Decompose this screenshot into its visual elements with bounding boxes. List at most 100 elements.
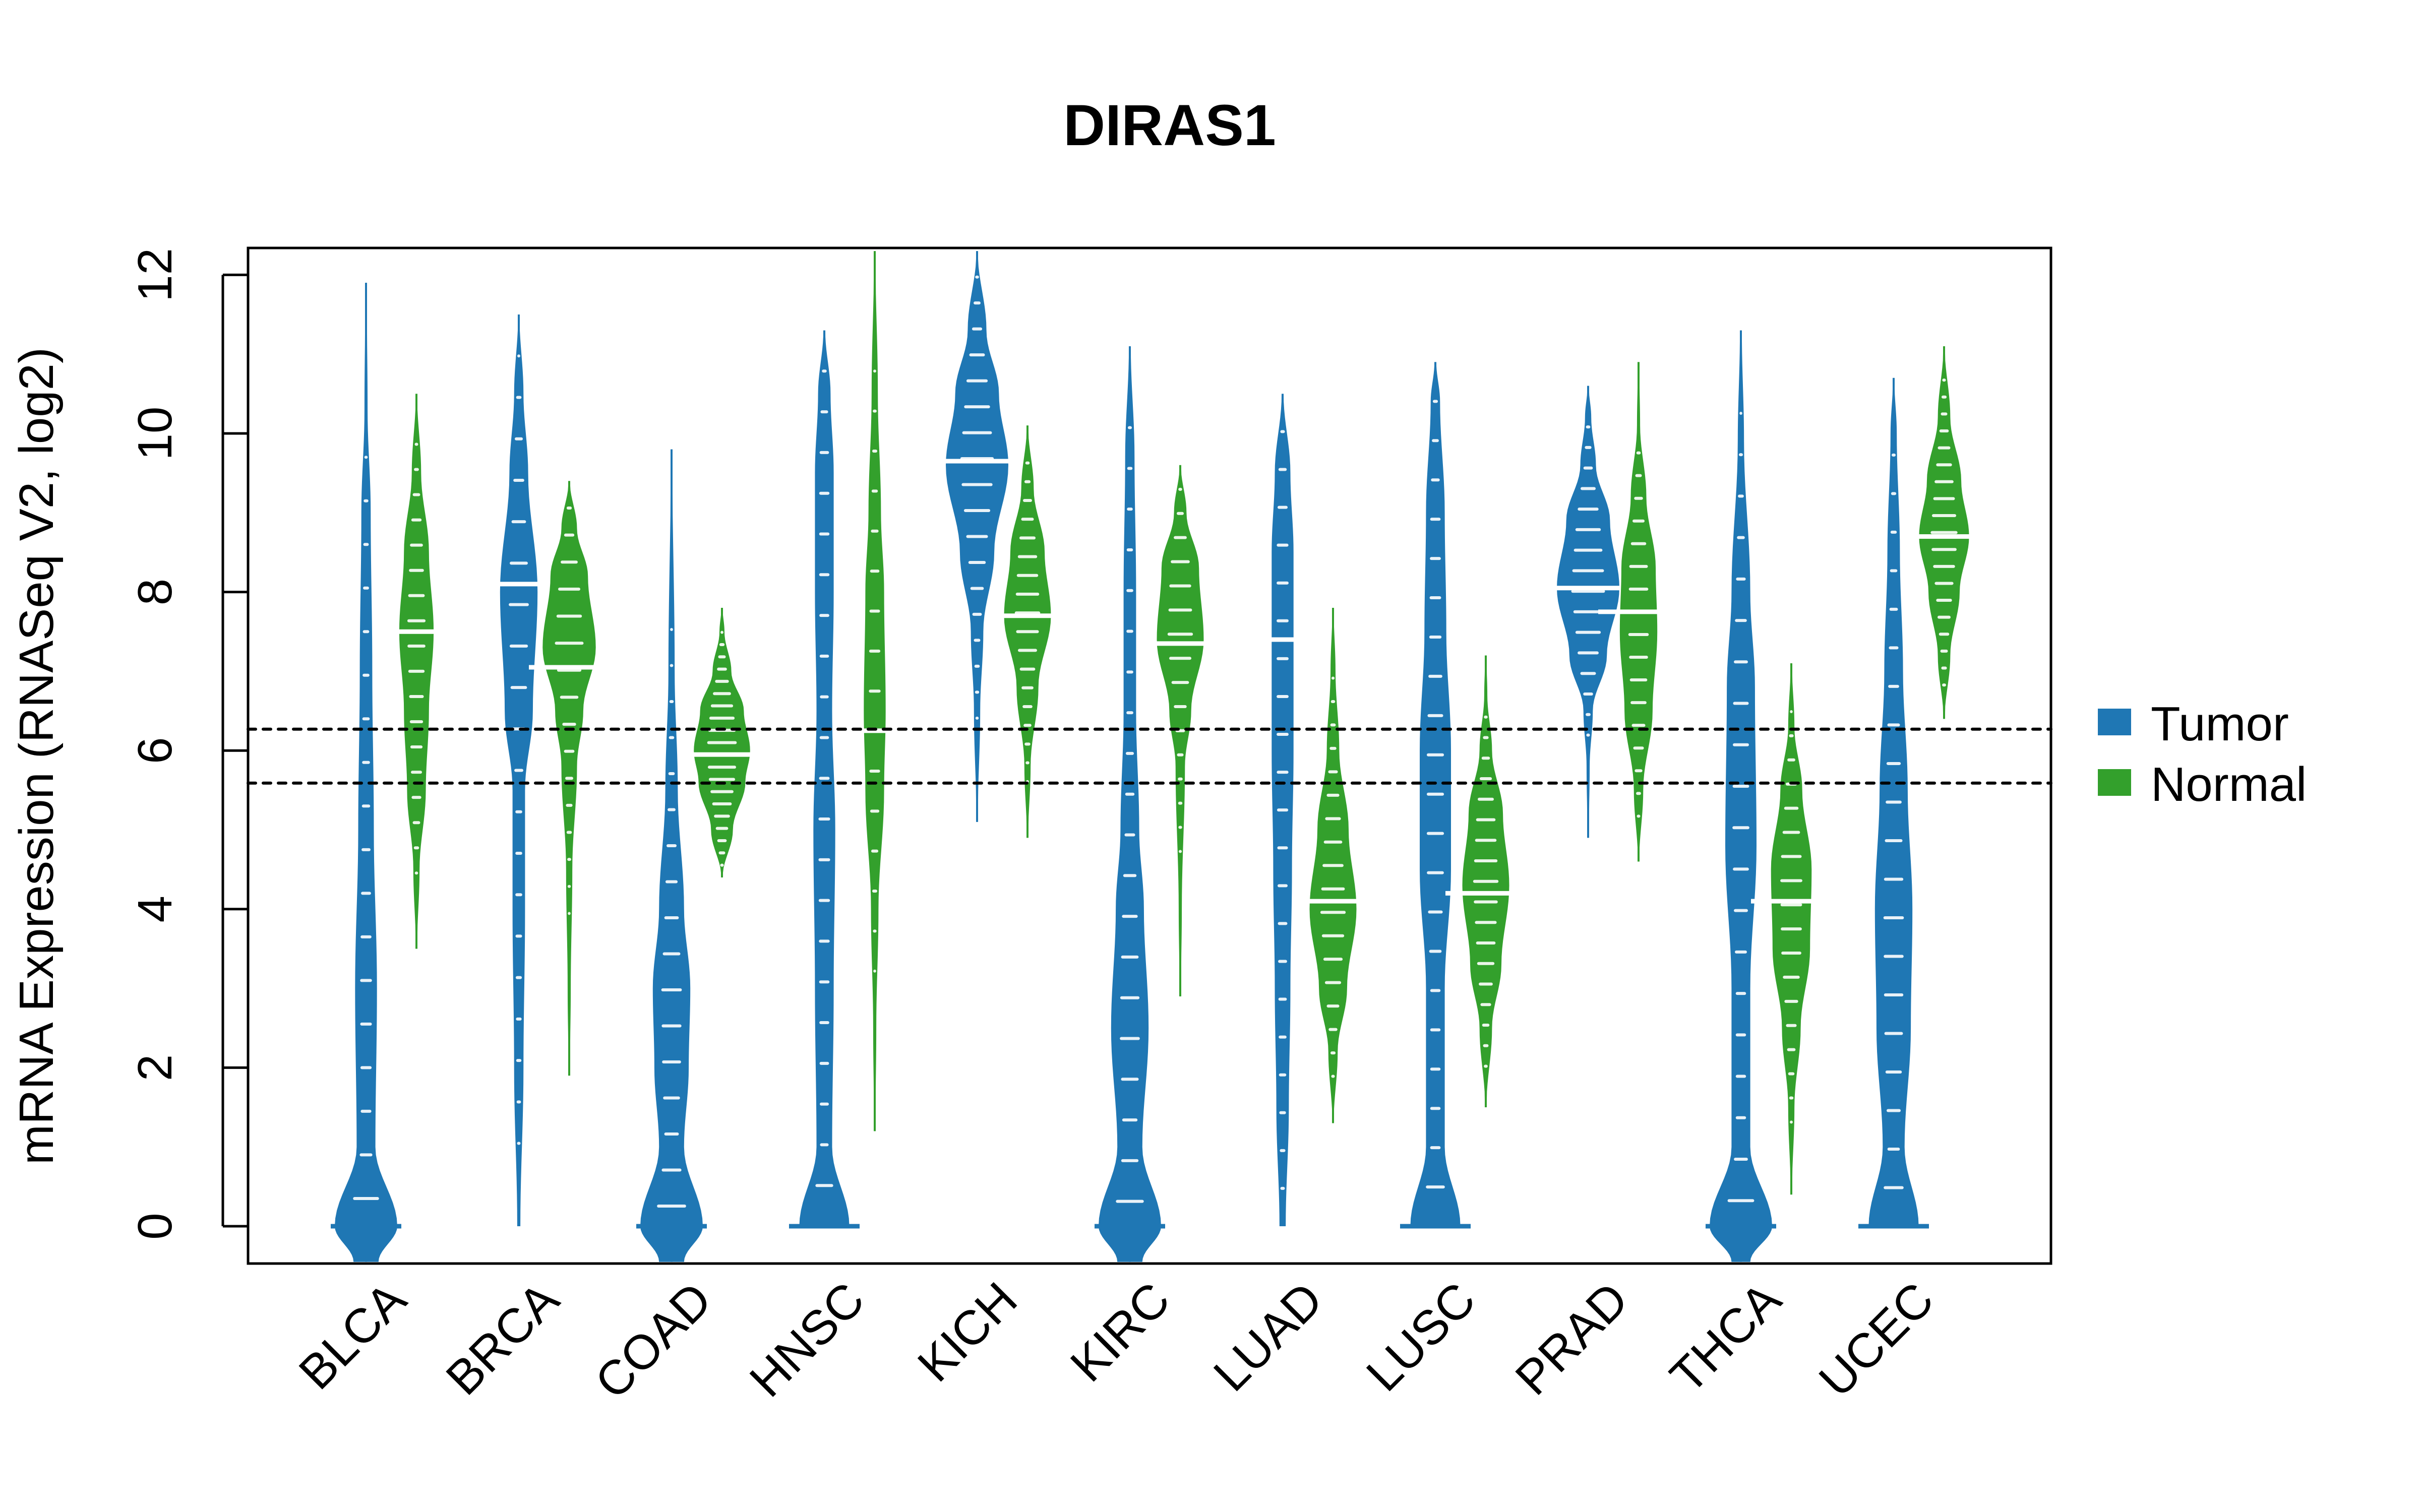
violin-observation (1277, 543, 1289, 547)
violin-observation (819, 573, 830, 577)
violin-observation (1331, 1075, 1335, 1078)
violin-observation (1784, 999, 1798, 1003)
violin-observation (1738, 494, 1744, 498)
violin-observation (1733, 702, 1749, 705)
violin-observation (1122, 1118, 1138, 1122)
violin-observation (1790, 710, 1793, 713)
violin-observation (1278, 468, 1287, 471)
legend-label-tumor: Tumor (2151, 697, 2289, 751)
violin-observation (362, 630, 370, 634)
violin-observation (1120, 996, 1140, 999)
y-tick-label: 4 (128, 896, 182, 922)
violin-observation (1019, 667, 1036, 671)
violin-observation (820, 410, 828, 414)
violin-observation (1782, 831, 1800, 834)
violin-observation (708, 778, 736, 781)
violin-observation (1280, 430, 1285, 433)
violin-observation (360, 1109, 372, 1113)
violin-observation (712, 802, 732, 806)
violin-observation (511, 520, 526, 524)
violin-observation (1475, 839, 1497, 842)
violin-observation (1789, 1096, 1794, 1100)
violin-observation (1429, 950, 1442, 953)
violin-observation (1583, 466, 1593, 470)
violin-observation (567, 858, 571, 861)
violin-observation (1574, 548, 1603, 552)
violin-normal-blca (376, 394, 457, 949)
violin-observation (1278, 506, 1288, 509)
violin-observation (1320, 911, 1346, 914)
violin-observation (1023, 498, 1032, 502)
violin-observation (963, 509, 991, 513)
violin-observation (1277, 619, 1289, 622)
violin-observation (1483, 736, 1489, 739)
violin-observation (1884, 993, 1904, 996)
violin-observation (516, 396, 522, 399)
violin-observation (361, 804, 371, 808)
violin-observation (1578, 651, 1599, 655)
violin-observation (819, 1061, 829, 1065)
violin-normal-hnsc (834, 251, 915, 1131)
violin-observation (408, 594, 425, 597)
violin-observation (1936, 463, 1952, 467)
violin-observation (665, 880, 678, 884)
violins-group (331, 251, 1984, 1262)
violin-observation (1737, 536, 1745, 539)
violin-observation (1323, 958, 1343, 961)
violin-observation (1636, 451, 1641, 455)
violin-observation (363, 543, 369, 546)
violin-observation (1326, 1004, 1340, 1008)
violin-observation (409, 695, 424, 698)
violin-observation (360, 1022, 372, 1026)
violin-observation (1426, 753, 1444, 757)
violin-observation (1122, 915, 1138, 918)
violin-observation (870, 570, 880, 573)
violin-observation (815, 1184, 833, 1187)
violin-observation (869, 689, 881, 693)
violin-observation (1941, 412, 1948, 416)
violin-normal-thca (1751, 663, 1832, 1195)
violin-observation (1885, 839, 1903, 842)
violin-observation (409, 720, 424, 723)
violin-observation (1781, 952, 1801, 955)
violin-normal-prad (1598, 362, 1679, 862)
violin-observation (715, 679, 729, 683)
violin-observation (709, 716, 735, 720)
violin-tumor-luad (1242, 394, 1323, 1226)
violin-observation (411, 796, 421, 799)
violin-observation (1478, 797, 1494, 801)
violin-observation (1575, 528, 1601, 531)
violin-observation (962, 431, 992, 434)
violin-observation (1171, 560, 1190, 563)
violin-observation (968, 560, 986, 564)
violin-observation (361, 848, 371, 851)
violin-observation (1279, 1111, 1286, 1114)
violin-observation (412, 821, 420, 825)
violin-observation (819, 654, 829, 658)
violin-observation (1480, 1003, 1491, 1006)
violin-observation (1938, 446, 1951, 450)
violin-observation (1887, 1147, 1900, 1151)
violin-normal-brca (529, 481, 610, 1076)
violin-observation (1126, 711, 1133, 715)
violin-observation (1483, 1044, 1489, 1047)
violin-tumor-kirc (1095, 346, 1165, 1262)
violin-observation (1788, 1072, 1795, 1076)
violin-observation (1732, 784, 1749, 788)
violin-observation (1890, 569, 1898, 573)
violin-observation (1330, 700, 1336, 703)
violin-observation (1024, 480, 1031, 483)
violin-observation (565, 777, 573, 780)
violin-observation (1482, 1024, 1490, 1027)
violin-observation (1734, 1158, 1748, 1161)
violin-observation (1429, 596, 1441, 600)
violin-observation (1430, 1028, 1441, 1032)
violin-observation (870, 809, 880, 813)
violin-observation (509, 603, 529, 606)
violin-observation (514, 437, 523, 440)
violin-observation (1127, 508, 1133, 511)
violin-observation (1630, 701, 1647, 705)
violin-observation (670, 627, 673, 631)
violin-observation (1474, 900, 1498, 904)
violin-chart: DIRAS1 mRNA Expression (RNASeq V2, log2)… (10, 93, 2307, 1409)
